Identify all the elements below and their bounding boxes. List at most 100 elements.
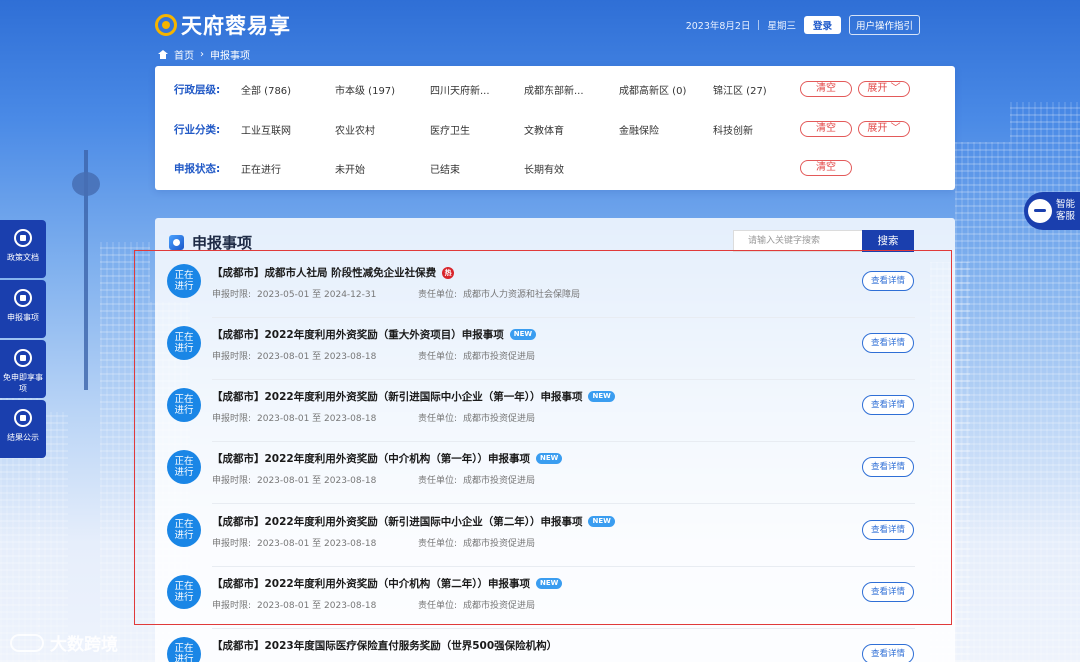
item-title[interactable]: 【成都市】2023年度国际医疗保险直付服务奖励（世界500强保险机构）: [212, 638, 557, 653]
side-nav-label: 免申即享事项: [3, 373, 43, 393]
document-icon: [14, 229, 32, 247]
service-label-2: 客服: [1056, 211, 1076, 222]
new-badge: NEW: [588, 391, 615, 402]
expand-button-industry[interactable]: 展开 ﹀: [858, 121, 910, 137]
current-weekday: 星期三: [767, 21, 796, 32]
expand-label: 展开: [867, 83, 888, 94]
view-detail-button[interactable]: 查看详情: [862, 333, 914, 353]
item-title[interactable]: 【成都市】2022年度利用外资奖励（新引进国际中小企业（第一年））申报事项 NEW: [212, 389, 615, 404]
dept-value: 成都市投资促进局: [463, 414, 536, 424]
status-line: 进行: [174, 467, 194, 478]
filter-option[interactable]: 文教体育: [524, 122, 564, 137]
chevron-down-icon: ﹀: [887, 83, 901, 94]
side-nav-policy[interactable]: 政策文档: [0, 220, 46, 278]
site-logo[interactable]: 天府蓉易享: [155, 10, 291, 40]
breadcrumb: 首页 › 申报事项: [158, 47, 250, 62]
filter-option[interactable]: 成都东部新...: [524, 82, 584, 97]
filter-option[interactable]: 市本级 (197): [335, 82, 395, 97]
filter-panel: 行政层级: 全部 (786) 市本级 (197) 四川天府新... 成都东部新.…: [155, 66, 955, 190]
status-badge: 正在 进行: [167, 388, 201, 422]
item-title[interactable]: 【成都市】2022年度利用外资奖励（重大外资项目）申报事项 NEW: [212, 327, 537, 342]
item-divider: [212, 503, 915, 504]
breadcrumb-home[interactable]: 首页: [174, 47, 194, 62]
side-nav-declaration[interactable]: 申报事项: [0, 280, 46, 338]
declaration-item: 正在 进行 【成都市】2022年度利用外资奖励（中介机构（第一年））申报事项 NEW 申…: [155, 442, 955, 504]
search-button[interactable]: 搜索: [862, 230, 914, 252]
top-header: 天府蓉易享 2023年8月2日 星期三 登录 用户操作指引: [0, 0, 1080, 46]
view-detail-button[interactable]: 查看详情: [862, 582, 914, 602]
filter-option[interactable]: 成都高新区 (0): [619, 82, 686, 97]
status-line: 正在: [174, 456, 194, 467]
status-line: 正在: [174, 581, 194, 592]
search-input[interactable]: 请输入关键字搜索: [733, 230, 862, 252]
search-box: 请输入关键字搜索 搜索: [733, 230, 914, 252]
section-title: 申报事项: [169, 232, 252, 253]
side-nav-exempt[interactable]: 免申即享事项: [0, 340, 46, 398]
period-label: 申报时限:: [212, 601, 252, 611]
section-title-text: 申报事项: [192, 234, 253, 252]
chevron-down-icon: ﹀: [887, 123, 901, 134]
filter-option[interactable]: 未开始: [335, 161, 365, 176]
dept-label: 责任单位:: [418, 290, 458, 300]
view-detail-button[interactable]: 查看详情: [862, 271, 914, 291]
status-badge: 正在 进行: [167, 326, 201, 360]
item-title-text: 【成都市】2023年度国际医疗保险直付服务奖励（世界500强保险机构）: [212, 640, 558, 652]
item-title[interactable]: 【成都市】成都市人社局 阶段性减免企业社保费热: [212, 265, 455, 280]
chat-icon: [1028, 199, 1052, 223]
filter-row-industry: 行业分类: 工业互联网 农业农村 医疗卫生 文教体育 金融保险 科技创新 清空 …: [155, 109, 955, 149]
declaration-item: 正在 进行 【成都市】2023年度国际医疗保险直付服务奖励（世界500强保险机构）查…: [155, 629, 955, 662]
filter-option[interactable]: 农业农村: [335, 122, 375, 137]
period-value: 2023-08-01 至 2023-08-18: [257, 414, 377, 424]
side-nav-results[interactable]: 结果公示: [0, 400, 46, 458]
filter-option[interactable]: 锦江区 (27): [713, 82, 767, 97]
form-icon: [14, 289, 32, 307]
filter-option[interactable]: 正在进行: [241, 161, 281, 176]
period-label: 申报时限:: [212, 539, 252, 549]
declaration-item: 正在 进行 【成都市】成都市人社局 阶段性减免企业社保费热申报时限: 2023-05-…: [155, 256, 955, 318]
status-badge: 正在 进行: [167, 575, 201, 609]
filter-option[interactable]: 四川天府新...: [430, 82, 490, 97]
clear-button-status[interactable]: 清空: [800, 160, 852, 176]
filter-option[interactable]: 医疗卫生: [430, 122, 470, 137]
filter-option[interactable]: 长期有效: [524, 161, 564, 176]
side-nav-label: 结果公示: [7, 433, 39, 442]
user-guide-button[interactable]: 用户操作指引: [848, 15, 920, 35]
clear-button-admin[interactable]: 清空: [800, 81, 852, 97]
period-label: 申报时限:: [212, 290, 252, 300]
period-value: 2023-08-01 至 2023-08-18: [257, 352, 377, 362]
filter-row-status: 申报状态: 正在进行 未开始 已结束 长期有效 清空: [155, 148, 955, 188]
declaration-list-panel: 申报事项 请输入关键字搜索 搜索 正在 进行 【成都市】成都市人社局 阶段性减免企业…: [155, 218, 955, 662]
home-icon: [158, 50, 168, 59]
status-line: 正在: [174, 270, 194, 281]
view-detail-button[interactable]: 查看详情: [862, 457, 914, 477]
period-label: 申报时限:: [212, 414, 252, 424]
filter-option[interactable]: 科技创新: [713, 122, 753, 137]
dept-value: 成都市人力资源和社会保障局: [463, 290, 581, 300]
view-detail-button[interactable]: 查看详情: [862, 644, 914, 662]
hot-badge: 热: [442, 266, 455, 279]
status-line: 进行: [174, 405, 194, 416]
declaration-item: 正在 进行 【成都市】2022年度利用外资奖励（中介机构（第二年））申报事项 NEW 申…: [155, 567, 955, 629]
status-line: 进行: [174, 343, 194, 354]
item-title[interactable]: 【成都市】2022年度利用外资奖励（新引进国际中小企业（第二年））申报事项 NEW: [212, 514, 615, 529]
item-title-text: 【成都市】2022年度利用外资奖励（新引进国际中小企业（第二年））申报事项: [212, 516, 583, 528]
login-button[interactable]: 登录: [803, 16, 841, 34]
expand-button-admin[interactable]: 展开 ﹀: [858, 81, 910, 97]
filter-option[interactable]: 金融保险: [619, 122, 659, 137]
status-line: 正在: [174, 643, 194, 654]
status-line: 正在: [174, 394, 194, 405]
item-title[interactable]: 【成都市】2022年度利用外资奖励（中介机构（第一年））申报事项 NEW: [212, 451, 563, 466]
view-detail-button[interactable]: 查看详情: [862, 520, 914, 540]
dept-label: 责任单位:: [418, 601, 458, 611]
filter-option[interactable]: 工业互联网: [241, 122, 291, 137]
filter-label-admin: 行政层级:: [174, 83, 221, 96]
clear-button-industry[interactable]: 清空: [800, 121, 852, 137]
view-detail-button[interactable]: 查看详情: [862, 395, 914, 415]
item-title-text: 【成都市】2022年度利用外资奖励（重大外资项目）申报事项: [212, 329, 504, 341]
filter-option[interactable]: 已结束: [430, 161, 460, 176]
item-title[interactable]: 【成都市】2022年度利用外资奖励（中介机构（第二年））申报事项 NEW: [212, 576, 563, 591]
filter-row-admin: 行政层级: 全部 (786) 市本级 (197) 四川天府新... 成都东部新.…: [155, 69, 955, 109]
filter-option[interactable]: 全部 (786): [241, 82, 291, 97]
smart-service-button[interactable]: 智能 客服: [1024, 192, 1080, 230]
dept-label: 责任单位:: [418, 476, 458, 486]
